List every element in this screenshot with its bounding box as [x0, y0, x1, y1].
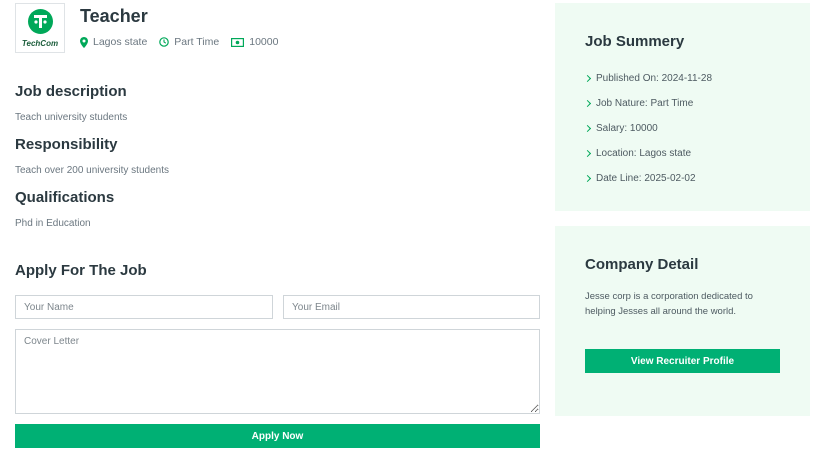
- job-description-heading: Job description: [15, 83, 127, 100]
- qualifications-text: Phd in Education: [15, 218, 91, 229]
- job-summary-heading: Job Summery: [585, 33, 685, 50]
- job-description-text: Teach university students: [15, 112, 128, 123]
- summary-item-text: Salary: 10000: [596, 123, 658, 134]
- company-description: Jesse corp is a corporation dedicated to…: [585, 291, 753, 317]
- chevron-right-icon: [583, 174, 592, 183]
- summary-item-text: Location: Lagos state: [596, 148, 692, 159]
- summary-item: Date Line: 2025-02-02: [583, 166, 712, 191]
- company-detail-heading: Company Detail: [585, 256, 699, 273]
- email-input[interactable]: [283, 295, 540, 319]
- name-input[interactable]: [15, 295, 273, 319]
- job-summary-panel: Job Summery Published On: 2024-11-28 Job…: [555, 3, 810, 211]
- clock-icon: [159, 37, 170, 47]
- logo-emblem-icon: [28, 9, 53, 34]
- chevron-right-icon: [583, 99, 592, 108]
- summary-item: Published On: 2024-11-28: [583, 66, 713, 91]
- chevron-right-icon: [583, 149, 592, 158]
- job-title: Teacher: [80, 6, 148, 26]
- map-pin-icon: [80, 36, 88, 48]
- meta-nature: Part Time: [159, 36, 219, 48]
- money-icon: [231, 37, 245, 47]
- summary-item: Job Nature: Part Time: [583, 91, 712, 116]
- meta-nature-text: Part Time: [174, 36, 220, 48]
- qualifications-heading: Qualifications: [15, 189, 115, 206]
- responsibility-text: Teach over 200 university students: [15, 165, 169, 176]
- meta-location-text: Lagos state: [93, 36, 148, 48]
- summary-item-text: Date Line: 2025-02-02: [596, 173, 696, 184]
- view-recruiter-profile-button[interactable]: View Recruiter Profile: [585, 349, 780, 373]
- company-detail-panel: Company Detail Jesse corp is a corporati…: [555, 226, 810, 416]
- meta-salary-text: 10000: [249, 36, 279, 48]
- apply-heading: Apply For The Job: [15, 262, 147, 279]
- logo-text: TechCom: [21, 39, 59, 48]
- job-meta: Lagos state Part Time 10000: [80, 36, 290, 48]
- apply-now-button[interactable]: Apply Now: [15, 424, 540, 448]
- summary-item-text: Published On: 2024-11-28: [596, 73, 713, 84]
- job-summary-list: Published On: 2024-11-28 Job Nature: Par…: [583, 66, 713, 191]
- summary-item: Location: Lagos state: [583, 141, 712, 166]
- company-logo: TechCom: [15, 3, 65, 53]
- chevron-right-icon: [583, 124, 592, 133]
- summary-item-text: Job Nature: Part Time: [596, 98, 694, 109]
- meta-salary: 10000: [231, 36, 278, 48]
- chevron-right-icon: [583, 74, 592, 83]
- cover-letter-textarea[interactable]: [15, 329, 540, 414]
- meta-location: Lagos state: [80, 36, 147, 48]
- responsibility-heading: Responsibility: [15, 136, 118, 153]
- summary-item: Salary: 10000: [583, 116, 712, 141]
